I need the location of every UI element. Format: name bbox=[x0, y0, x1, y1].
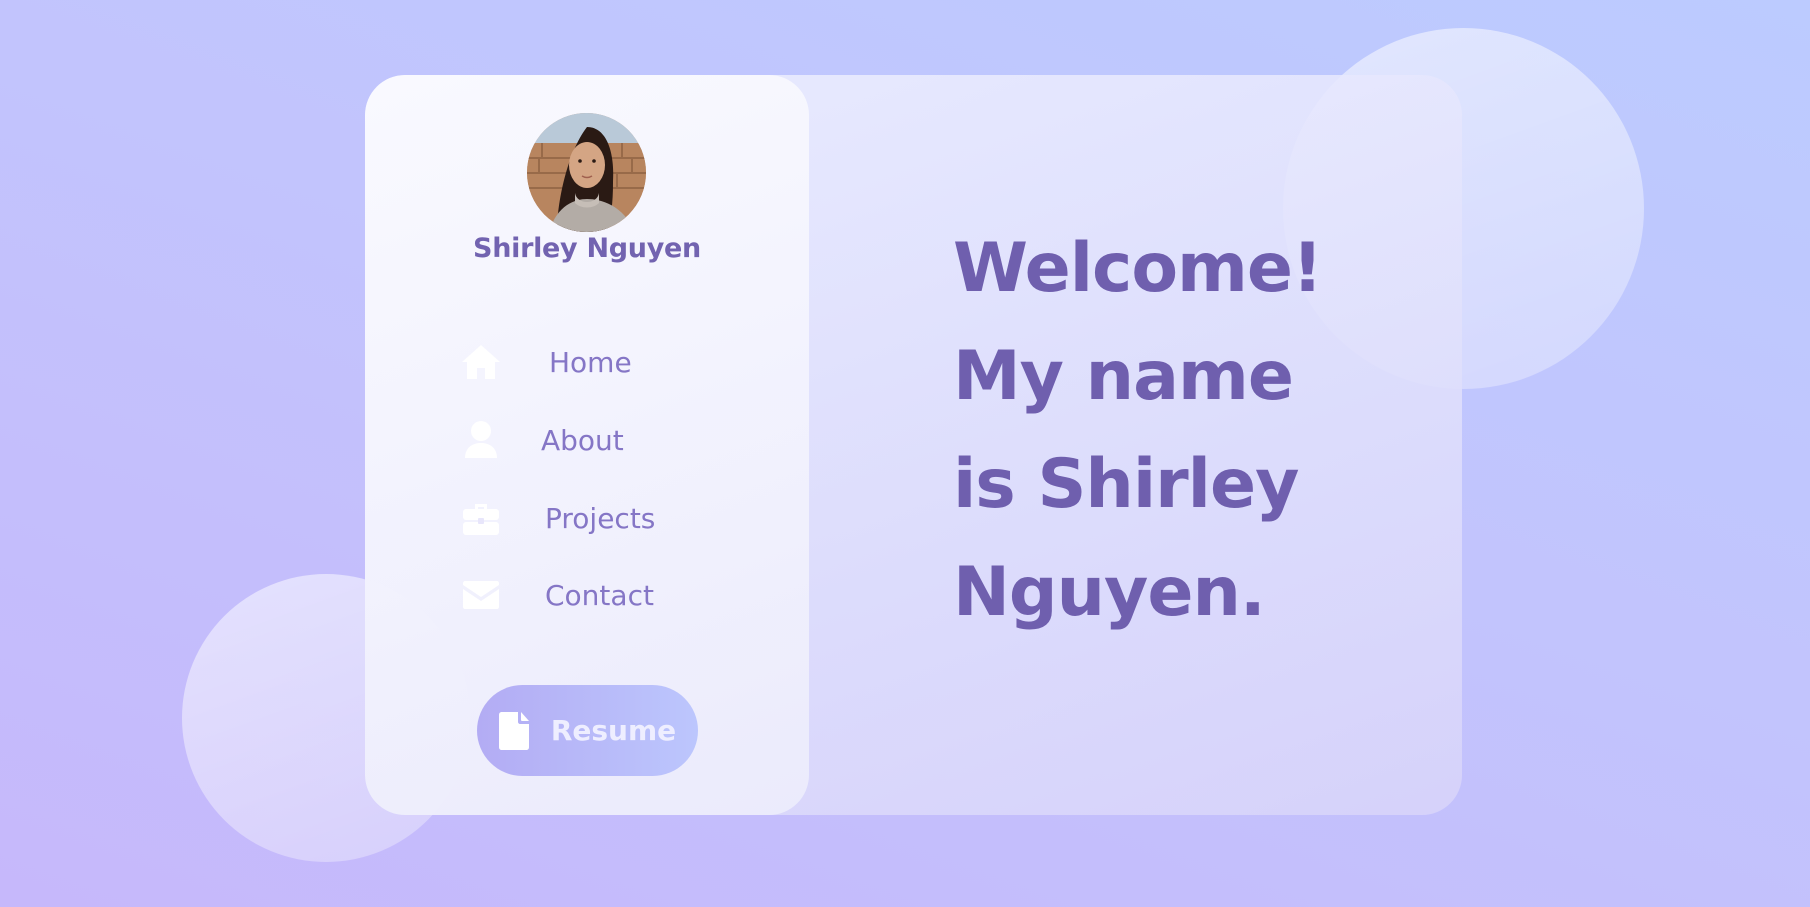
welcome-heading: Welcome! My name is Shirley Nguyen. bbox=[953, 215, 1433, 647]
welcome-line-3: is Shirley bbox=[953, 445, 1299, 524]
avatar bbox=[527, 113, 646, 232]
nav-label-home: Home bbox=[549, 345, 632, 379]
nav-item-contact[interactable]: Contact bbox=[459, 573, 654, 617]
nav-label-contact: Contact bbox=[545, 578, 654, 612]
profile-name: Shirley Nguyen bbox=[473, 233, 701, 264]
welcome-line-2: My name bbox=[953, 337, 1294, 416]
welcome-line-4: Nguyen. bbox=[953, 553, 1266, 632]
nav-item-home[interactable]: Home bbox=[459, 340, 632, 384]
nav-item-projects[interactable]: Projects bbox=[459, 496, 655, 540]
envelope-icon bbox=[459, 573, 503, 617]
sidebar: Shirley Nguyen Home About Projects Conta… bbox=[365, 75, 809, 815]
briefcase-icon bbox=[459, 496, 503, 540]
glass-card: Shirley Nguyen Home About Projects Conta… bbox=[365, 75, 1462, 815]
profile-photo bbox=[527, 113, 646, 232]
welcome-line-1: Welcome! bbox=[953, 229, 1323, 308]
resume-label: Resume bbox=[550, 714, 677, 747]
nav-label-about: About bbox=[541, 423, 624, 457]
home-icon bbox=[459, 340, 503, 384]
user-icon bbox=[459, 418, 503, 462]
file-icon bbox=[498, 711, 529, 750]
resume-button[interactable]: Resume bbox=[477, 685, 698, 776]
nav-label-projects: Projects bbox=[545, 501, 656, 535]
nav-item-about[interactable]: About bbox=[459, 418, 624, 462]
